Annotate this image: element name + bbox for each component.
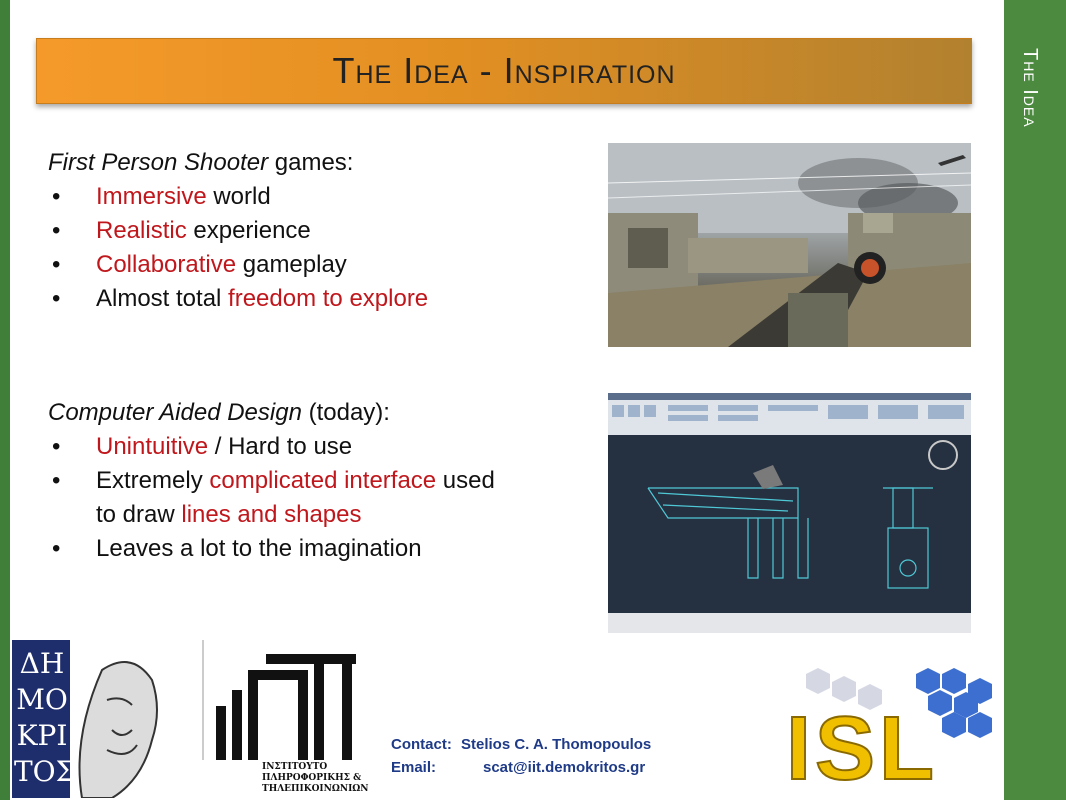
demokritos-letters: ΔΗ ΜΟ ΚΡΙ ΤΟΣ xyxy=(14,647,76,788)
list-item-continuation: to draw lines and shapes xyxy=(96,501,362,528)
cad-interface-illustration xyxy=(608,393,971,633)
section-label: The Idea xyxy=(1019,48,1041,128)
cad-text-block: Computer Aided Design (today): • Unintuit… xyxy=(48,396,495,566)
list-item: • Unintuitive / Hard to use xyxy=(52,433,353,460)
contact-row: Contact: Stelios C. A. Thomopoulos xyxy=(391,733,651,756)
iit-logo-graphic xyxy=(202,640,356,798)
fps-scene-illustration xyxy=(608,143,971,347)
list-item: • Almost total freedom to explore xyxy=(52,285,429,312)
fps-heading: First Person Shooter games: xyxy=(48,149,354,176)
isl-logo-text: ISL xyxy=(785,699,939,799)
section-sidebar: The Idea xyxy=(1004,0,1066,800)
title-banner: The Idea - Inspiration xyxy=(36,38,972,104)
iit-logo: ΙΝΣΤΙΤΟΥΤΟ ΠΛΗΡΟΦΟΡΙΚΗΣ & ΤΗΛΕΠΙΚΟΙΝΩΝΙΩ… xyxy=(202,640,369,798)
contact-label: Contact: xyxy=(391,736,452,753)
cad-software-screenshot xyxy=(608,393,971,633)
iit-logo-text: ΙΝΣΤΙΤΟΥΤΟ ΠΛΗΡΟΦΟΡΙΚΗΣ & ΤΗΛΕΠΙΚΟΙΝΩΝΙΩ… xyxy=(262,762,369,794)
contact-info: Contact: Stelios C. A. Thomopoulos Email… xyxy=(391,733,651,779)
cad-bullet-list: • Unintuitive / Hard to use • Extremely co… xyxy=(48,430,495,566)
demokritos-logo: ΔΗ ΜΟ ΚΡΙ ΤΟΣ xyxy=(12,640,168,799)
list-item: • Realistic experience xyxy=(52,217,311,244)
email-label: Email: xyxy=(391,759,437,776)
list-item: • Immersive world xyxy=(52,183,271,210)
fps-text-block: First Person Shooter games: • Immersive w… xyxy=(48,146,428,316)
list-item: • Leaves a lot to the imagination xyxy=(52,535,422,562)
contact-name: Stelios C. A. Thomopoulos xyxy=(461,736,652,753)
list-item: • Extremely complicated interface used xyxy=(52,467,495,494)
isl-logo: ISL xyxy=(766,664,1000,796)
email-row: Email: scat@iit.demokritos.gr xyxy=(391,756,651,779)
slide: The Idea The Idea - Inspiration First Pe… xyxy=(0,0,1066,800)
left-accent-strip xyxy=(0,0,10,800)
fps-bullet-list: • Immersive world • Realistic experience •… xyxy=(48,180,428,316)
email-value[interactable]: scat@iit.demokritos.gr xyxy=(483,756,645,779)
fps-game-screenshot xyxy=(608,143,971,347)
cad-heading: Computer Aided Design (today): xyxy=(48,399,390,426)
list-item: • Collaborative gameplay xyxy=(52,251,347,278)
slide-title: The Idea - Inspiration xyxy=(332,50,676,91)
